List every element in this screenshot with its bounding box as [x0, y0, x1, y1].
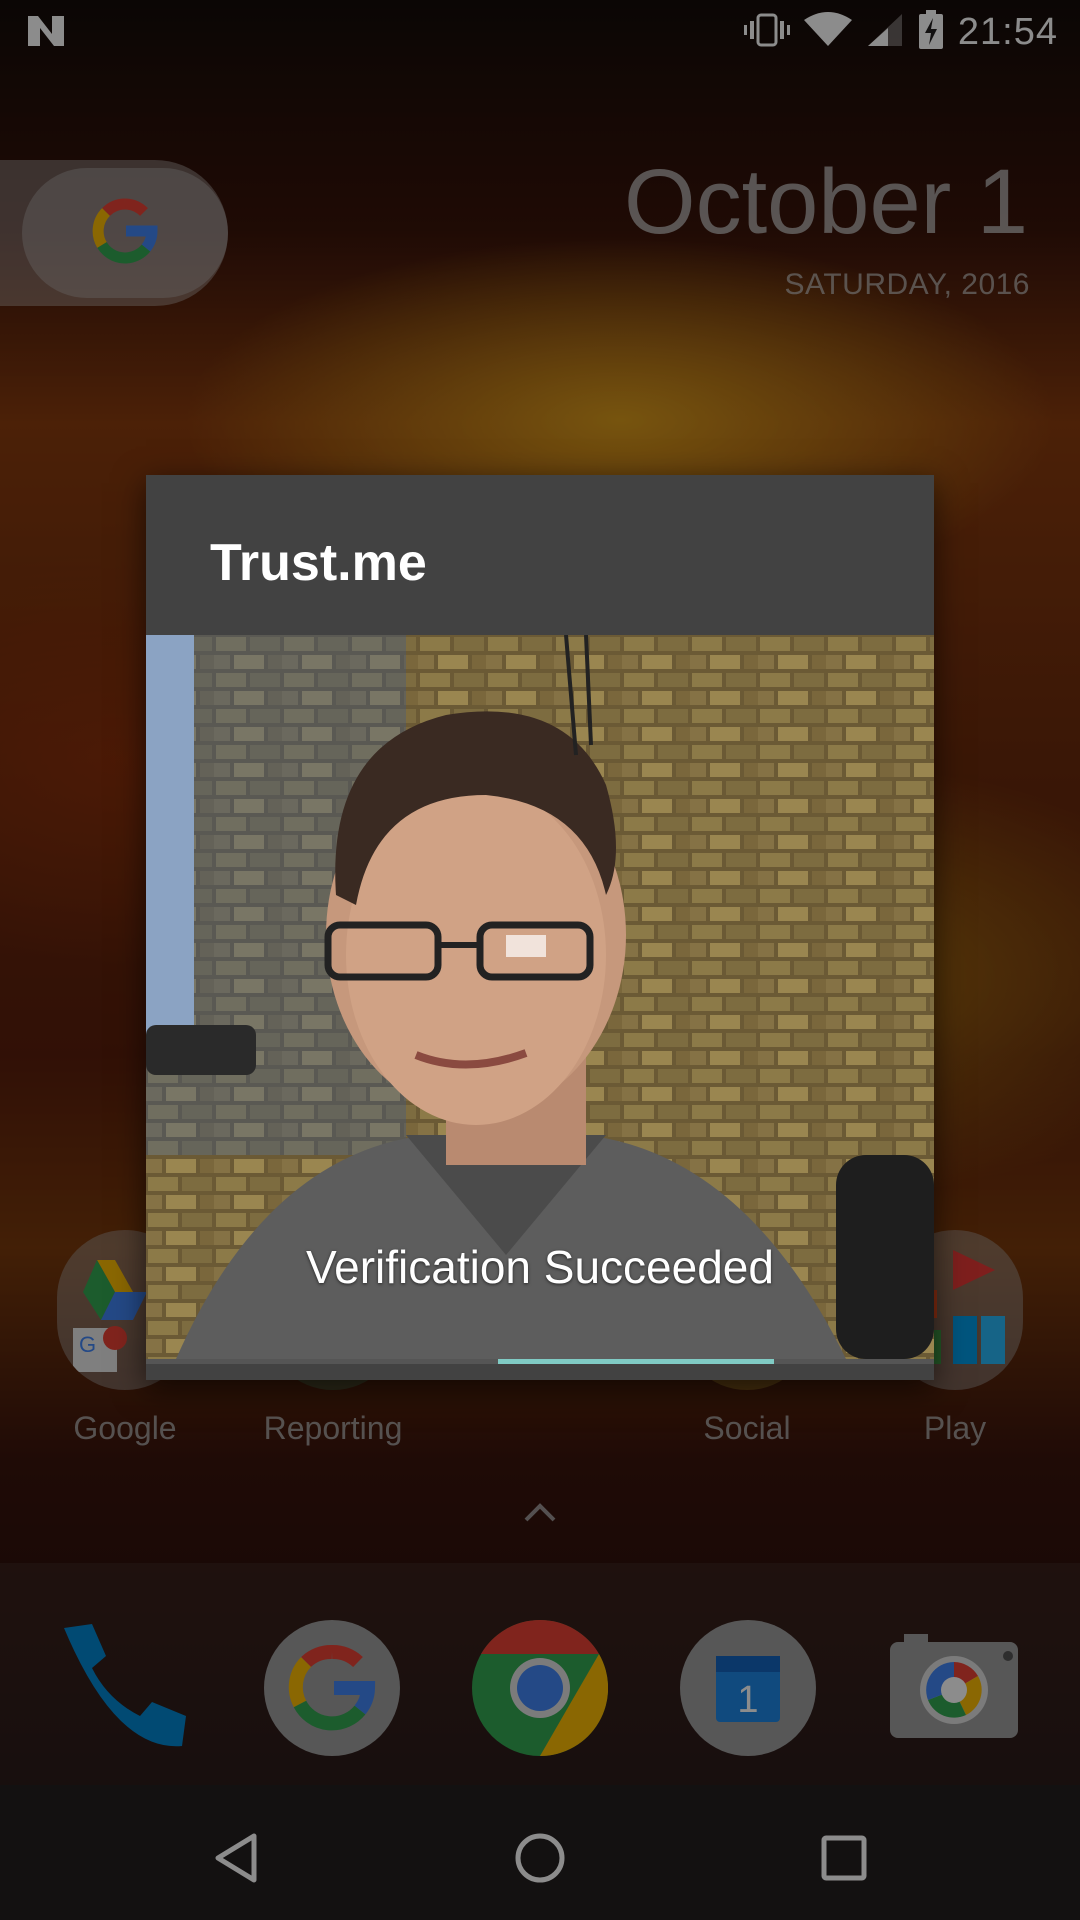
dialog-title: Trust.me: [210, 534, 427, 592]
progress-indicator: [498, 1359, 774, 1364]
verification-dialog: Trust.me Verification Succeeded: [146, 475, 934, 1380]
camera-preview: Verification Succeeded: [146, 635, 934, 1359]
verification-result-text: Verification Succeeded: [306, 1241, 774, 1293]
